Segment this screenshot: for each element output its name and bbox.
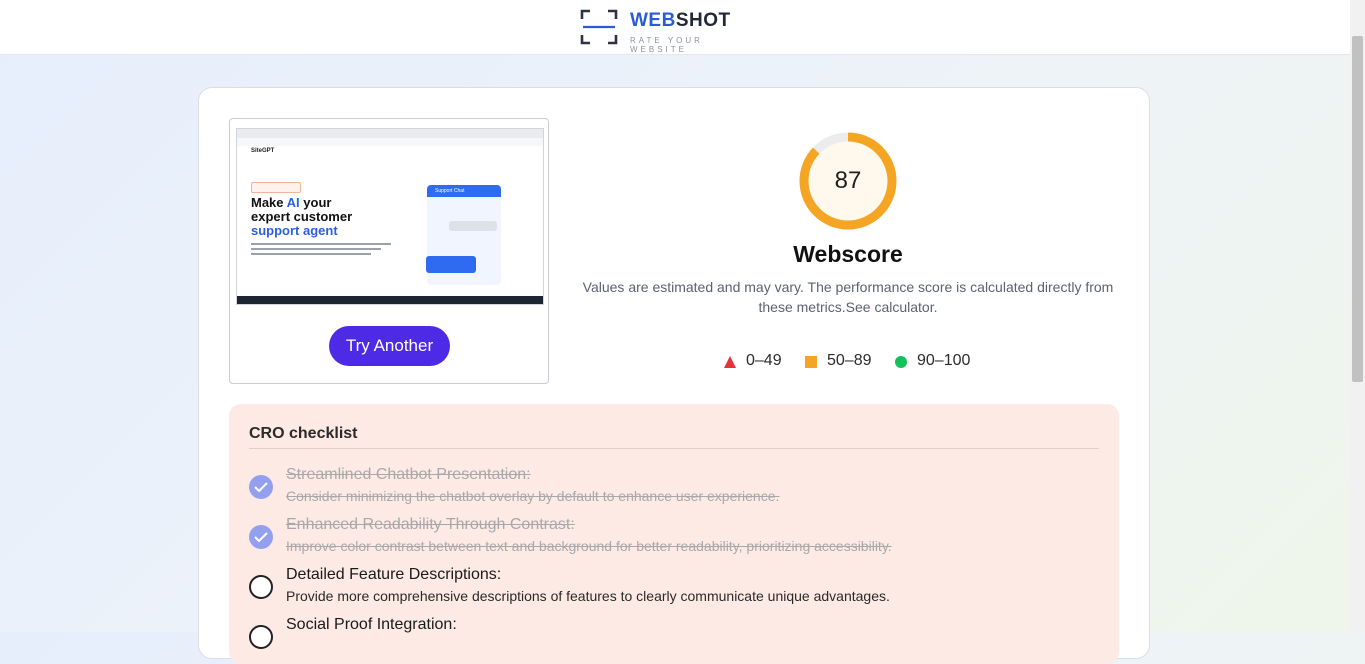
preview-hero-line1-end: your (299, 195, 332, 210)
checklist-item-title: Enhanced Readability Through Contrast: (286, 516, 575, 533)
frame-icon (580, 9, 618, 45)
preview-hero-accent: AI (286, 195, 300, 210)
preview-paragraph-lines (251, 243, 391, 255)
preview-taskbar (237, 296, 543, 304)
screenshot-preview-box: SiteGPT Make AI your expert customer sup… (229, 118, 549, 384)
preview-hero-line1: Make (251, 195, 287, 210)
score-value: 87 (834, 167, 862, 194)
triangle-icon (724, 356, 736, 368)
preview-hero-line3: support agent (251, 223, 338, 238)
scrollbar-thumb[interactable] (1352, 36, 1363, 382)
checklist-item: Streamlined Chatbot Presentation: Consid… (249, 466, 1109, 514)
checkbox-checked[interactable] (249, 475, 273, 499)
checklist-item-description: Consider minimizing the chatbot overlay … (286, 488, 780, 504)
checkbox-checked[interactable] (249, 525, 273, 549)
legend-label-average: 50–89 (827, 352, 872, 369)
checkmark-icon (254, 532, 268, 543)
checklist-item: Detailed Feature Descriptions: Provide m… (249, 566, 1109, 614)
cro-checklist-panel: CRO checklist Streamlined Chatbot Presen… (229, 404, 1119, 664)
website-screenshot: SiteGPT Make AI your expert customer sup… (236, 128, 544, 305)
preview-chat-message (449, 221, 497, 231)
logo-wordmark: WEBSHOT (630, 10, 731, 32)
top-header: WEBSHOT RATE YOUR WEBSITE (0, 0, 1350, 55)
checklist-item: Enhanced Readability Through Contrast: I… (249, 516, 1109, 564)
legend-label-poor: 0–49 (746, 352, 782, 369)
logo-word-web: WEB (630, 10, 676, 31)
divider (249, 448, 1099, 449)
checklist-item-description: Provide more comprehensive descriptions … (286, 588, 890, 604)
circle-icon (895, 356, 907, 368)
try-another-button[interactable]: Try Another (329, 326, 450, 366)
checklist-item-description: Improve color contrast between text and … (286, 538, 892, 554)
checklist-item-title: Social Proof Integration: (286, 616, 457, 633)
checkbox-unchecked[interactable] (249, 625, 273, 649)
preview-hero-line2: expert customer (251, 209, 353, 224)
preview-chat-bubble (426, 256, 476, 273)
preview-badge (251, 182, 301, 193)
preview-hero-heading: Make AI your expert customer support age… (251, 196, 352, 238)
preview-browser-tabs (237, 129, 543, 138)
score-label: Webscore (793, 241, 903, 267)
page-scrollbar[interactable] (1350, 0, 1365, 632)
checklist-item-title: Detailed Feature Descriptions: (286, 566, 502, 583)
score-description: Values are estimated and may vary. The p… (582, 279, 1114, 315)
logo-word-shot: SHOT (675, 10, 731, 31)
cro-checklist-title: CRO checklist (249, 425, 358, 442)
checkmark-icon (254, 482, 268, 493)
checkbox-unchecked[interactable] (249, 575, 273, 599)
webshot-logo[interactable]: WEBSHOT RATE YOUR WEBSITE (580, 9, 750, 54)
checklist-item: Social Proof Integration: (249, 616, 1109, 664)
legend-label-good: 90–100 (917, 352, 971, 369)
logo-tagline: RATE YOUR WEBSITE (630, 36, 703, 54)
preview-chat-header: Support Chat (427, 185, 501, 197)
square-icon (805, 356, 817, 368)
preview-site-logo: SiteGPT (251, 148, 275, 154)
preview-navbar (237, 146, 543, 158)
results-card: SiteGPT Make AI your expert customer sup… (198, 87, 1150, 664)
checklist-item-title: Streamlined Chatbot Presentation: (286, 466, 531, 483)
